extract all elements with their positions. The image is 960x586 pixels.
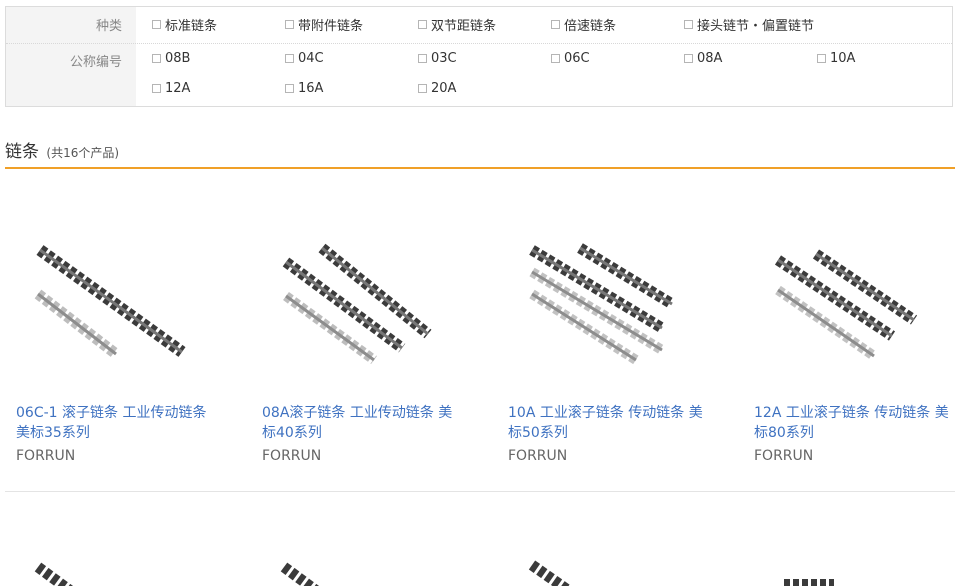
section-title-text: 链条 xyxy=(5,142,39,162)
filter-option-12a[interactable]: 12A xyxy=(152,81,190,96)
chain-strand xyxy=(280,562,320,586)
chain-strand xyxy=(36,245,186,357)
filter-option-label: 12A xyxy=(165,81,191,96)
filter-option-attachment-chain[interactable]: 带附件链条 xyxy=(285,15,363,34)
filter-option-double-pitch-chain[interactable]: 双节距链条 xyxy=(418,15,496,34)
checkbox[interactable] xyxy=(551,20,560,29)
chain-strand xyxy=(318,243,432,339)
product-title-link[interactable]: 12A 工业滚子链条 传动链条 美标80系列 xyxy=(754,403,954,443)
filter-option-16a[interactable]: 16A xyxy=(285,81,323,96)
product-title-link[interactable]: 10A 工业滚子链条 传动链条 美标50系列 xyxy=(508,403,708,443)
chain-strand xyxy=(283,291,377,365)
product-brand: FORRUN xyxy=(508,448,568,464)
product-row-divider xyxy=(5,491,955,492)
chain-product-image[interactable] xyxy=(508,210,708,365)
filter-option-label: 双节距链条 xyxy=(431,19,497,34)
filter-option-08b[interactable]: 08B xyxy=(152,51,190,66)
filter-option-label: 03C xyxy=(431,51,457,66)
filter-label-column: 种类 公称编号 xyxy=(6,7,136,106)
chain-product-image[interactable] xyxy=(16,555,216,586)
filter-panel: 种类 公称编号 标准链条 带附件链条 双节距链条 倍速链条 接头链节・偏置链节 … xyxy=(5,6,953,107)
product-card[interactable]: 08A滚子链条 工业传动链条 美标40系列 FORRUN xyxy=(262,210,462,470)
product-brand: FORRUN xyxy=(754,448,814,464)
filter-option-10a[interactable]: 10A xyxy=(817,51,855,66)
checkbox[interactable] xyxy=(551,54,560,63)
product-card[interactable]: 12A 工业滚子链条 传动链条 美标80系列 FORRUN xyxy=(754,210,954,470)
product-title-link[interactable]: 06C-1 滚子链条 工业传动链条 美标35系列 xyxy=(16,403,216,443)
product-count: (共16个产品) xyxy=(46,146,120,160)
filter-option-label: 06C xyxy=(564,51,590,66)
filter-option-label: 标准链条 xyxy=(165,19,218,34)
chain-strand xyxy=(528,560,572,586)
checkbox[interactable] xyxy=(285,54,294,63)
product-card[interactable]: 10A 工业滚子链条 传动链条 美标50系列 FORRUN xyxy=(508,210,708,470)
checkbox[interactable] xyxy=(684,54,693,63)
filter-option-label: 倍速链条 xyxy=(564,19,617,34)
chain-strand xyxy=(775,285,877,361)
filter-option-04c[interactable]: 04C xyxy=(285,51,324,66)
product-card[interactable]: 06C-1 滚子链条 工业传动链条 美标35系列 FORRUN xyxy=(16,210,216,470)
chain-product-image[interactable] xyxy=(262,210,462,365)
checkbox[interactable] xyxy=(152,20,161,29)
filter-option-label: 带附件链条 xyxy=(298,19,364,34)
chain-product-image[interactable] xyxy=(262,555,462,586)
filter-option-20a[interactable]: 20A xyxy=(418,81,456,96)
checkbox[interactable] xyxy=(817,54,826,63)
chain-product-image[interactable] xyxy=(754,555,954,586)
filter-option-label: 08B xyxy=(165,51,191,66)
filter-option-03c[interactable]: 03C xyxy=(418,51,457,66)
checkbox[interactable] xyxy=(418,84,427,93)
filter-option-08a[interactable]: 08A xyxy=(684,51,722,66)
filter-option-label: 20A xyxy=(431,81,457,96)
filter-option-label: 08A xyxy=(697,51,723,66)
filter-option-label: 04C xyxy=(298,51,324,66)
filter-option-06c[interactable]: 06C xyxy=(551,51,590,66)
chain-product-image[interactable] xyxy=(508,555,708,586)
checkbox[interactable] xyxy=(684,20,693,29)
chain-strand xyxy=(34,562,74,586)
chain-strand xyxy=(812,249,918,325)
filter-option-label: 10A xyxy=(830,51,856,66)
filter-option-label: 接头链节・偏置链节 xyxy=(697,19,815,34)
filter-option-speed-chain[interactable]: 倍速链条 xyxy=(551,15,616,34)
filter-label-type: 种类 xyxy=(95,19,122,34)
section-underline xyxy=(5,167,955,169)
filter-option-connecting-link[interactable]: 接头链节・偏置链节 xyxy=(684,15,814,34)
filter-row-divider xyxy=(6,43,952,44)
checkbox[interactable] xyxy=(418,20,427,29)
section-title: 链条 (共16个产品) xyxy=(5,137,119,162)
checkbox[interactable] xyxy=(418,54,427,63)
product-brand: FORRUN xyxy=(16,448,76,464)
filter-label-code: 公称编号 xyxy=(69,55,122,70)
checkbox[interactable] xyxy=(152,84,161,93)
filter-option-standard-chain[interactable]: 标准链条 xyxy=(152,15,217,34)
chain-strand xyxy=(577,243,675,309)
product-brand: FORRUN xyxy=(262,448,322,464)
filter-option-label: 16A xyxy=(298,81,324,96)
checkbox[interactable] xyxy=(285,20,294,29)
checkbox[interactable] xyxy=(285,84,294,93)
chain-product-image[interactable] xyxy=(754,210,954,365)
checkbox[interactable] xyxy=(152,54,161,63)
product-title-link[interactable]: 08A滚子链条 工业传动链条 美标40系列 xyxy=(262,403,462,443)
chain-product-image[interactable] xyxy=(16,210,216,365)
